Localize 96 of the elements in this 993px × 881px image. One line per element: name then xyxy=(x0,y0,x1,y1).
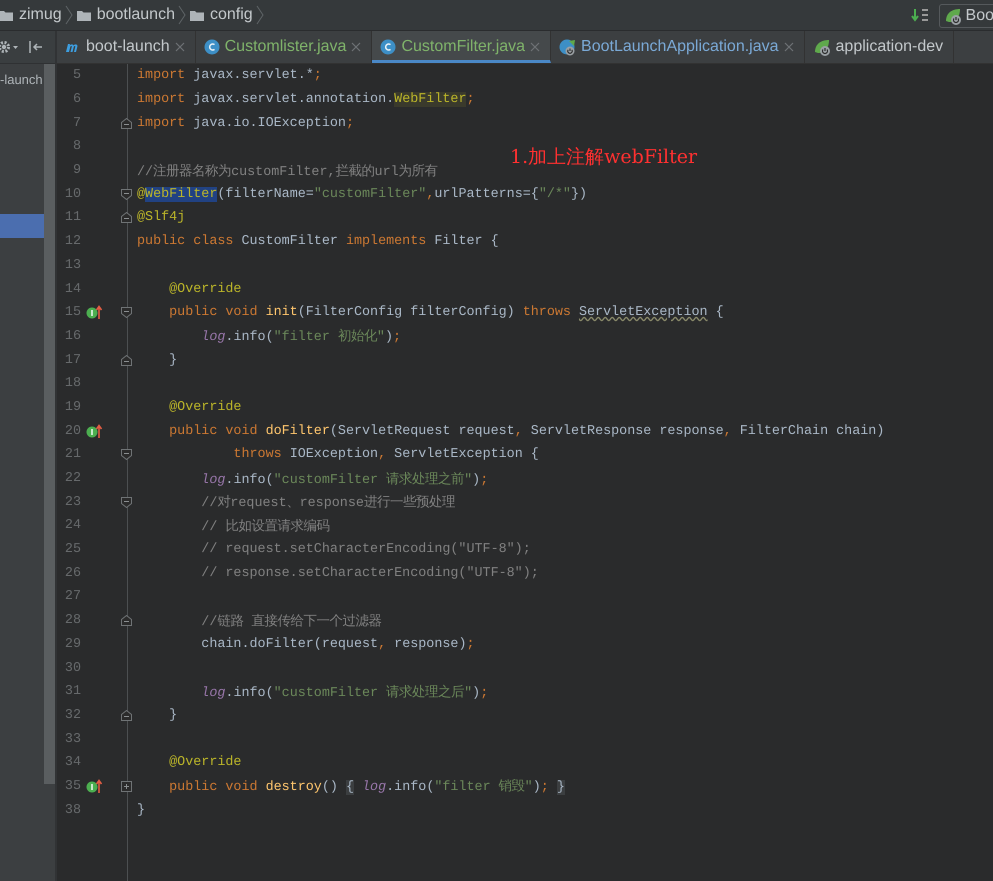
line-number: 10 xyxy=(64,186,81,202)
line-number: 12 xyxy=(64,234,81,250)
editor-tab[interactable]: CustomFilter.java xyxy=(372,31,552,63)
editor-tab[interactable]: BootLaunchApplication.java xyxy=(551,31,805,63)
line-number: 27 xyxy=(64,589,81,604)
line-number: 11 xyxy=(64,210,81,226)
line-number: 22 xyxy=(64,471,81,486)
circle-arrow-icon[interactable] xyxy=(86,422,103,440)
line-number: 30 xyxy=(64,660,81,676)
code-line: throws IOException, ServletException { xyxy=(232,447,539,462)
line-number: 31 xyxy=(64,684,81,700)
line-number: 33 xyxy=(64,732,81,747)
line-number: 38 xyxy=(64,802,81,818)
code-line: @Override xyxy=(168,282,242,297)
editor-tab[interactable]: boot-launch xyxy=(57,31,196,63)
code-line: public void init(FilterConfig filterConfig) throws ServletException { xyxy=(168,305,724,320)
line-number: 8 xyxy=(72,139,81,154)
fold-icon[interactable] xyxy=(120,306,133,320)
code-line: //对request、response进行一些预处理 xyxy=(200,496,455,512)
code-line: // response.setCharacterEncoding("UTF-8"); xyxy=(200,566,539,581)
line-number: 7 xyxy=(72,116,81,131)
annotation-note: 1.加上注解webFilter xyxy=(510,145,698,170)
fold-icon[interactable] xyxy=(120,211,133,224)
code-line: public class CustomFilter implements Filter { xyxy=(137,234,499,250)
code-line: // request.setCharacterEncoding("UTF-8"); xyxy=(200,542,531,558)
code-line: //注册器名称为customFilter,拦截的url为所有 xyxy=(137,164,438,180)
line-number: 28 xyxy=(64,613,81,628)
run-configuration-button[interactable]: Boo xyxy=(938,4,993,28)
code-line: } xyxy=(168,708,178,723)
chevron-icon xyxy=(64,5,73,25)
spring-leaf-icon xyxy=(812,38,831,56)
line-number: 34 xyxy=(64,755,81,770)
circle-arrow-icon[interactable] xyxy=(86,778,103,795)
line-number: 14 xyxy=(64,282,81,297)
code-line: import javax.servlet.annotation.WebFilter; xyxy=(137,92,475,108)
fold-icon[interactable] xyxy=(120,116,133,130)
fold-icon[interactable] xyxy=(120,614,133,628)
folder-icon xyxy=(0,8,14,22)
tree-item[interactable]: -launch xyxy=(0,68,44,92)
line-number: 23 xyxy=(64,494,81,510)
line-number: 17 xyxy=(64,352,81,368)
line-number: 25 xyxy=(64,542,81,558)
code-line: public void doFilter(ServletRequest request, ServletResponse response, FilterChain chain) xyxy=(168,424,884,439)
chevron-icon xyxy=(178,5,186,25)
line-number: 6 xyxy=(72,92,81,108)
class-icon xyxy=(204,39,220,55)
line-number: 13 xyxy=(64,258,81,273)
folder-icon xyxy=(76,8,92,22)
line-number: 35 xyxy=(64,778,81,794)
line-number: 15 xyxy=(64,305,81,320)
code-line: @Override xyxy=(168,400,242,415)
line-number: 20 xyxy=(64,424,81,439)
code-line: chain.doFilter(request, response); xyxy=(200,636,475,652)
code-line: log.info("filter 初始化"); xyxy=(200,330,402,346)
circle-arrow-icon[interactable] xyxy=(86,304,103,322)
line-number: 9 xyxy=(72,163,81,178)
line-number: 26 xyxy=(64,566,81,581)
fold-icon[interactable] xyxy=(120,188,133,201)
editor-tab[interactable]: application-dev xyxy=(804,31,954,63)
class-icon xyxy=(380,39,396,55)
download-binary-icon[interactable] xyxy=(910,8,929,22)
code-line: @Override xyxy=(168,755,242,770)
code-line: @Slf4j xyxy=(137,210,186,226)
code-line: // 比如设置请求编码 xyxy=(200,520,330,535)
code-line: import java.io.IOException; xyxy=(137,116,354,131)
settings-icon[interactable] xyxy=(0,40,20,54)
collapse-icon[interactable] xyxy=(28,40,44,54)
code-line: import javax.servlet.*; xyxy=(137,68,322,84)
class-power-icon xyxy=(559,38,576,56)
code-line: } xyxy=(137,802,146,818)
fold-icon[interactable] xyxy=(120,448,133,462)
chevron-icon xyxy=(256,5,264,25)
line-number: 21 xyxy=(64,447,81,462)
breadcrumb-item[interactable]: bootlaunch xyxy=(76,6,175,24)
folder-icon xyxy=(188,8,205,22)
scrollbar[interactable] xyxy=(44,64,55,784)
line-number: 24 xyxy=(64,518,81,534)
code-line: log.info("customFilter 请求处理之前"); xyxy=(200,472,488,488)
fold-icon[interactable] xyxy=(120,708,133,722)
breadcrumb-item[interactable]: config xyxy=(188,6,253,24)
code-line: //链路 直接传给下一个过滤器 xyxy=(200,614,382,630)
code-line: @WebFilter(filterName="customFilter",urlPatterns={"/*"}) xyxy=(137,186,588,202)
code-line: log.info("customFilter 请求处理之后"); xyxy=(200,686,488,701)
line-number: 16 xyxy=(64,328,81,344)
fold-icon[interactable] xyxy=(120,354,133,367)
fold-icon[interactable] xyxy=(120,496,133,509)
spring-leaf-icon xyxy=(944,7,962,25)
code-line: } xyxy=(168,352,178,368)
line-number: 18 xyxy=(64,376,81,392)
breadcrumb-item[interactable]: zimug xyxy=(0,6,62,24)
line-number: 32 xyxy=(64,708,81,723)
expand-icon[interactable] xyxy=(120,780,133,793)
line-number: 19 xyxy=(64,400,81,415)
code-line: public void destroy() { log.info("filter 销毁"); } xyxy=(168,780,565,796)
line-number: 5 xyxy=(72,68,81,84)
line-number: 29 xyxy=(64,636,81,652)
